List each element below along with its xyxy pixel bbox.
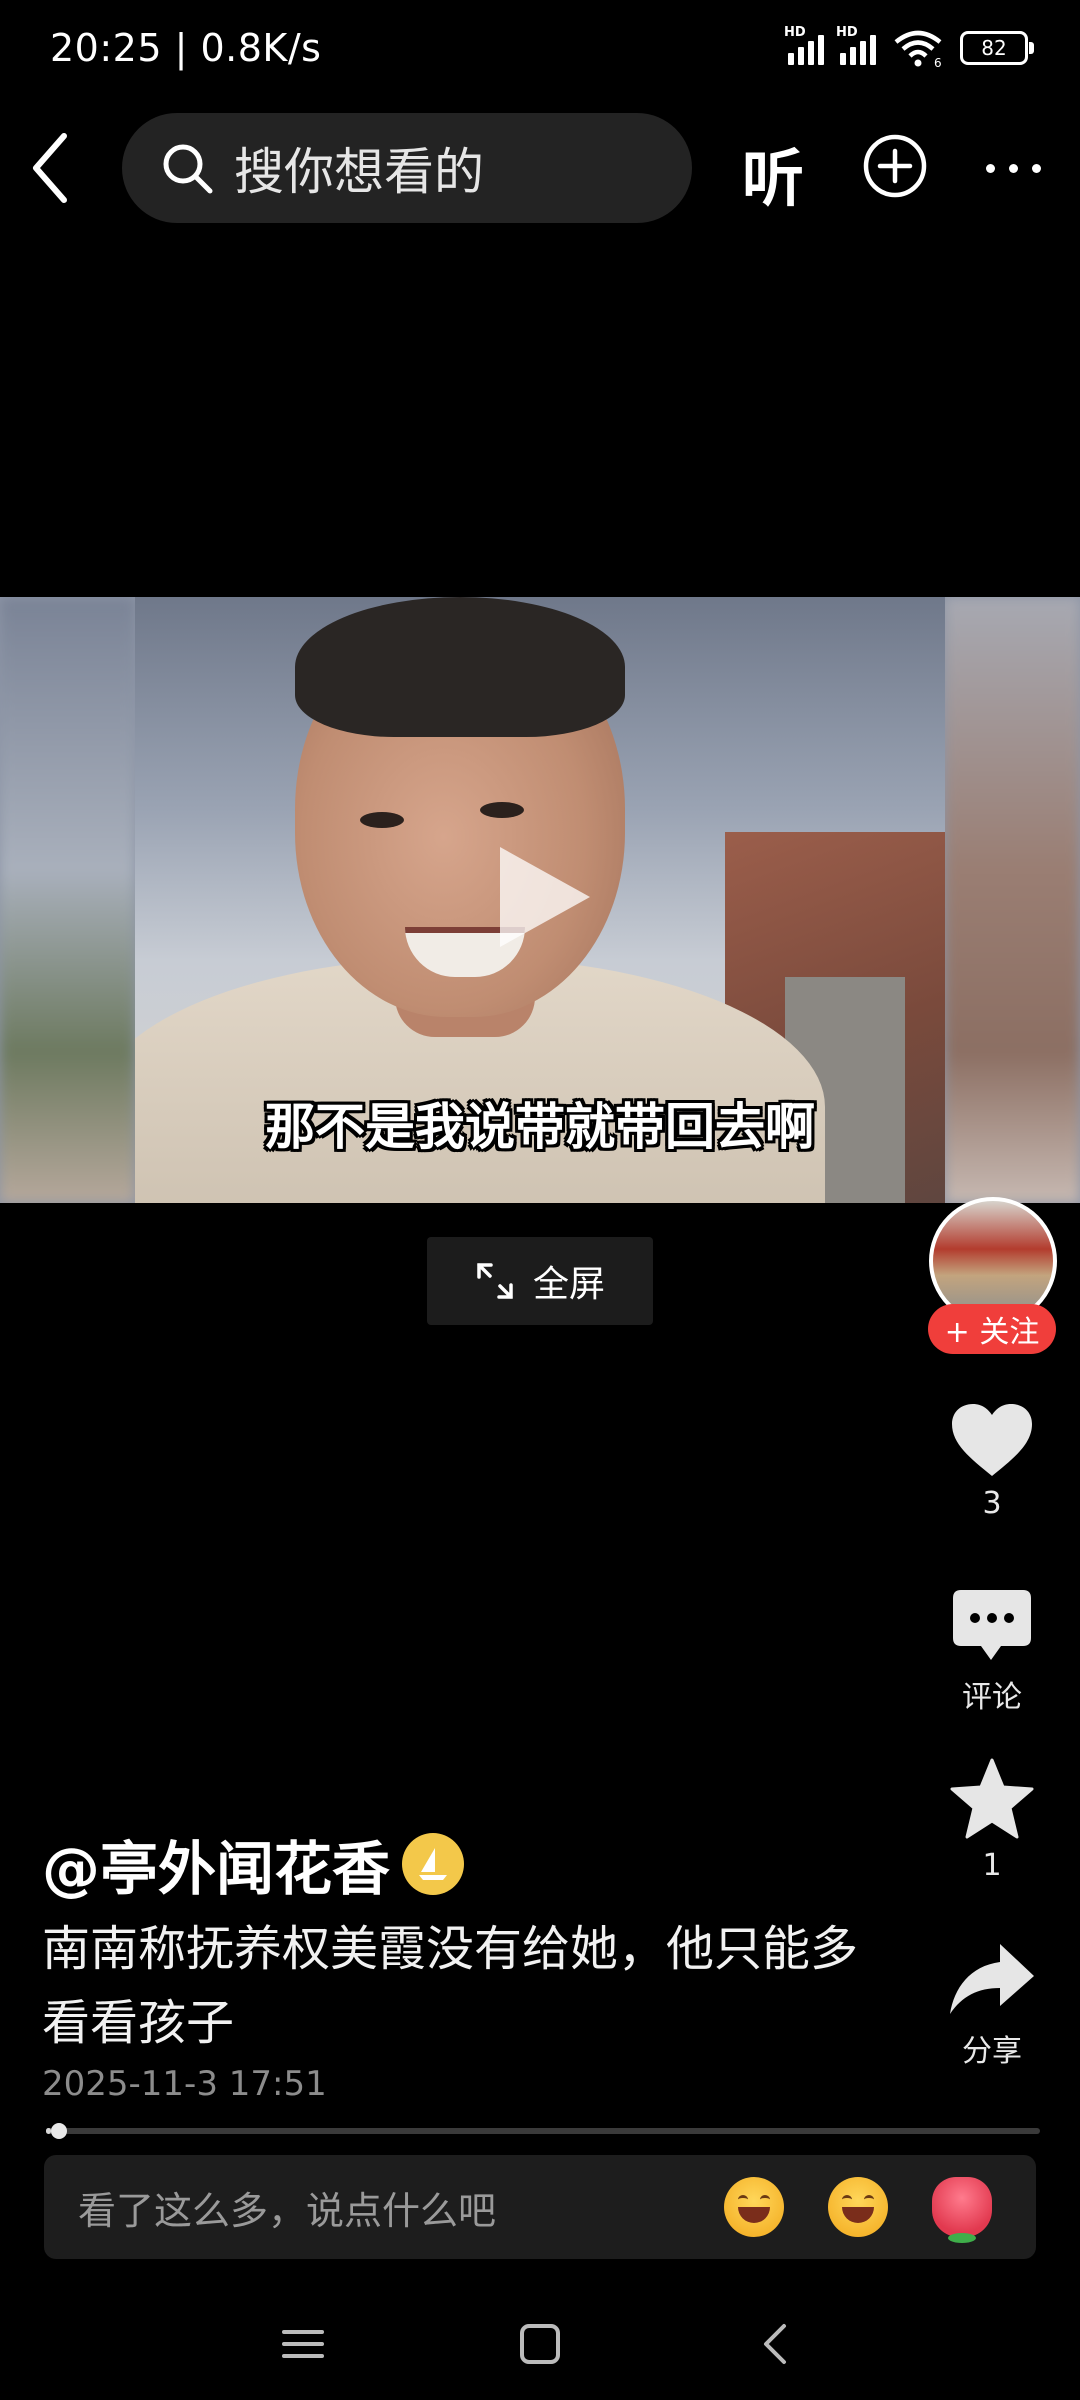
fullscreen-button[interactable]: 全屏 bbox=[427, 1237, 653, 1325]
video-player[interactable]: 那不是我说带就带回去啊 bbox=[0, 597, 1080, 1203]
home-icon[interactable] bbox=[520, 2324, 560, 2364]
like-button[interactable]: 3 bbox=[937, 1402, 1047, 1521]
status-time: 20:25 | 0.8K/s bbox=[50, 26, 322, 70]
search-placeholder: 搜你想看的 bbox=[234, 143, 484, 201]
signal-icon-1: HD bbox=[784, 25, 824, 65]
like-count: 3 bbox=[982, 1486, 1002, 1521]
wifi-icon: 6 bbox=[894, 30, 942, 68]
comment-label: 评论 bbox=[962, 1680, 1022, 1715]
fullscreen-label: 全屏 bbox=[532, 1264, 605, 1305]
comment-icon bbox=[953, 1590, 1031, 1660]
author-row[interactable]: @亭外闻花香 bbox=[42, 1822, 465, 1906]
share-button[interactable]: 分享 bbox=[937, 1940, 1047, 2070]
search-bar[interactable]: 搜你想看的 bbox=[122, 113, 692, 223]
battery-icon: 82 bbox=[960, 31, 1034, 65]
svg-text:6: 6 bbox=[934, 56, 942, 68]
expand-icon bbox=[477, 1263, 513, 1299]
status-icons: HD HD 6 82 bbox=[784, 25, 1034, 68]
laugh-cry-emoji-icon[interactable] bbox=[828, 2177, 888, 2237]
share-label: 分享 bbox=[962, 2034, 1022, 2069]
rose-emoji-icon[interactable] bbox=[932, 2177, 992, 2243]
nav-back-icon[interactable] bbox=[764, 2324, 786, 2364]
play-icon[interactable] bbox=[500, 847, 590, 947]
progress-knob[interactable] bbox=[50, 2123, 67, 2139]
author-name[interactable]: @亭外闻花香 bbox=[42, 1822, 390, 1906]
post-description: 南南称抚养权美霞没有给她，他只能多看看孩子 bbox=[42, 1921, 859, 2051]
video-subtitle: 那不是我说带就带回去啊 bbox=[265, 1098, 815, 1156]
heart-icon bbox=[952, 1404, 1032, 1476]
grin-emoji-icon[interactable] bbox=[724, 2177, 784, 2237]
share-arrow-icon bbox=[950, 1944, 1034, 2014]
follow-button[interactable]: + 关注 bbox=[928, 1304, 1056, 1354]
comment-button[interactable]: 评论 bbox=[937, 1588, 1047, 1716]
video-progress-bar[interactable] bbox=[46, 2123, 1040, 2139]
comment-input[interactable]: 看了这么多，说点什么吧 bbox=[44, 2155, 1036, 2259]
comment-placeholder: 看了这么多，说点什么吧 bbox=[78, 2188, 497, 2233]
favorite-button[interactable]: 1 bbox=[937, 1758, 1047, 1883]
signal-icon-2: HD bbox=[836, 25, 876, 65]
listen-button[interactable]: 听 bbox=[742, 128, 804, 218]
post-timestamp: 2025-11-3 17:51 bbox=[42, 2064, 327, 2104]
more-options-icon[interactable] bbox=[986, 160, 1046, 176]
add-circle-icon[interactable] bbox=[862, 133, 928, 199]
search-icon bbox=[163, 144, 213, 194]
system-nav-bar bbox=[282, 2324, 786, 2364]
menu-icon[interactable] bbox=[282, 2330, 324, 2358]
sail-badge-icon bbox=[402, 1833, 465, 1895]
star-icon bbox=[950, 1758, 1034, 1839]
back-icon[interactable] bbox=[28, 130, 72, 206]
favorite-count: 1 bbox=[982, 1848, 1002, 1883]
